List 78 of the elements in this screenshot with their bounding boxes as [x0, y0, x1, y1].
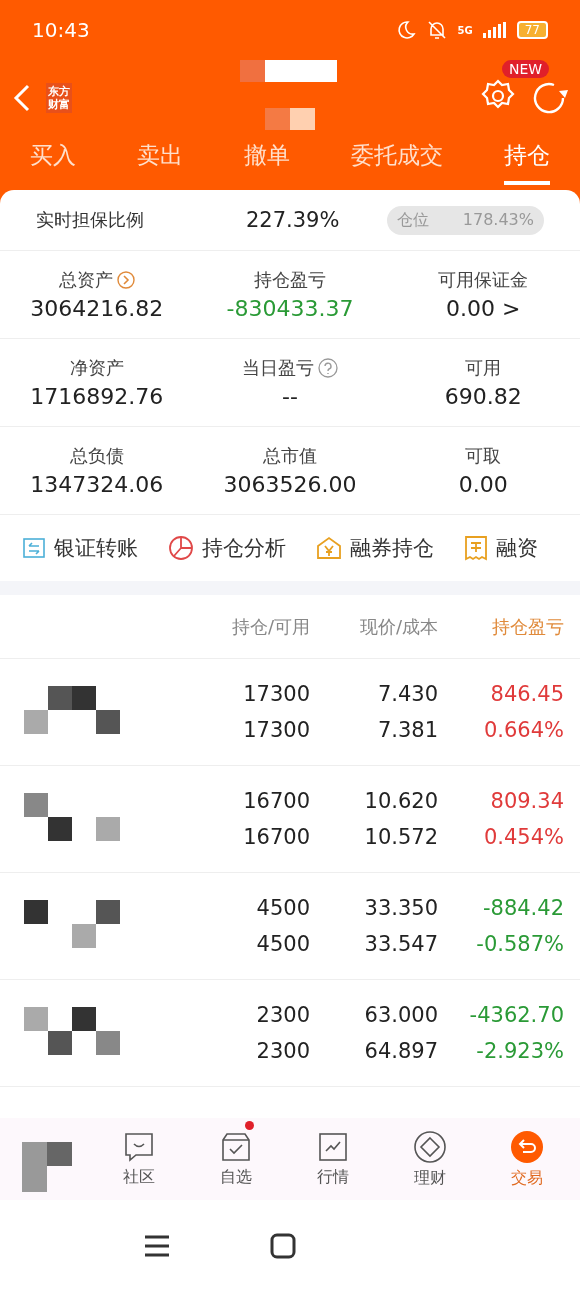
pnl-percent-cell-text: 0.454%: [482, 825, 564, 849]
cost-cell-text: 10.572: [363, 825, 438, 849]
nav-tab[interactable]: 理财: [381, 1118, 478, 1200]
summary-value: 690.82: [444, 384, 522, 409]
summary-label: 可用保证金: [438, 268, 529, 292]
coupon-house-icon: [316, 535, 342, 561]
available-cell-text: 16700: [242, 825, 310, 849]
holding-cell-text: 2300: [255, 1003, 310, 1027]
available-cell-text: 2300: [255, 1039, 310, 1063]
home-icon[interactable]: [270, 1232, 296, 1259]
chevron-circle-icon[interactable]: [116, 271, 135, 289]
summary-label: 总负债: [69, 444, 124, 468]
summary-value: 3064216.82: [30, 296, 164, 321]
nav-tab[interactable]: 社区: [90, 1118, 187, 1200]
moon-icon: [395, 20, 416, 40]
summary-value: 1347324.06: [30, 472, 164, 497]
summary-label: 可用: [465, 356, 502, 380]
cost-cell-text: 33.547: [363, 932, 438, 956]
price-cell-text: 7.430: [376, 682, 438, 706]
battery-level: 77: [516, 21, 548, 39]
summary-value: -830433.37: [226, 296, 354, 321]
summary-label: 持仓盈亏: [254, 268, 326, 292]
cost-cell-text: 7.381: [376, 718, 438, 742]
chat-bubble-icon: [122, 1130, 155, 1163]
position-label: 仓位: [396, 209, 429, 231]
holding-cell-text: 16700: [242, 789, 310, 813]
pnl-cell-text: -4362.70: [468, 1003, 564, 1027]
notification-dot: [245, 1121, 254, 1130]
summary-value: 3063526.00: [223, 472, 357, 497]
pnl-cell-text: -884.42: [481, 896, 564, 920]
line-chart-icon: [316, 1130, 349, 1163]
bill-icon: [464, 535, 488, 561]
new-badge: NEW: [502, 59, 550, 78]
cost-cell-text: 64.897: [363, 1039, 438, 1063]
summary-label: 总市值: [263, 444, 317, 468]
summary-label: 当日盈亏: [242, 356, 314, 380]
price-cell-text: 63.000: [363, 1003, 438, 1027]
shortcut-link[interactable]: 融券持仓: [350, 534, 434, 562]
shortcut-link[interactable]: 银证转账: [54, 534, 138, 562]
menu-icon[interactable]: [144, 1234, 170, 1257]
pnl-percent-cell-text: 0.664%: [482, 718, 564, 742]
nav-tab[interactable]: 行情: [284, 1118, 381, 1200]
back-icon[interactable]: [12, 82, 32, 113]
help-icon[interactable]: [318, 358, 338, 378]
nav-tab[interactable]: 自选: [187, 1118, 284, 1200]
position-value: 178.43%: [462, 209, 534, 231]
summary-value: --: [282, 384, 298, 409]
summary-label: 可取: [465, 444, 502, 468]
summary-value: 0.00 >: [446, 296, 521, 321]
available-cell-text: 4500: [255, 932, 310, 956]
ratio-value: 227.39%: [246, 208, 341, 232]
pnl-cell-text: 846.45: [489, 682, 564, 706]
checked-box-icon: [219, 1130, 252, 1163]
ratio-label: 实时担保比例: [36, 208, 145, 232]
summary-value: 0.00: [458, 472, 508, 497]
available-cell-text: 17300: [242, 718, 310, 742]
shortcut-link[interactable]: 融资: [496, 534, 538, 562]
column-header: 现价/成本: [358, 614, 438, 639]
pnl-percent-cell-text: -2.923%: [475, 1039, 564, 1063]
column-header: 持仓/可用: [230, 614, 310, 639]
holding-cell-text: 17300: [242, 682, 310, 706]
signal-icon: [482, 22, 507, 38]
holding-cell-text: 4500: [255, 896, 310, 920]
pie-chart-icon: [168, 535, 194, 561]
transfer-icon: [22, 536, 46, 560]
summary-value: 1716892.76: [30, 384, 164, 409]
summary-label: 总资产: [58, 268, 113, 292]
network-label: 5G: [457, 24, 473, 36]
muted-bell-icon: [425, 20, 448, 40]
price-cell-text: 10.620: [363, 789, 438, 813]
summary-label: 净资产: [69, 356, 124, 380]
pnl-percent-cell-text: -0.587%: [475, 932, 564, 956]
pnl-cell-text: 809.34: [489, 789, 564, 813]
price-cell-text: 33.350: [363, 896, 438, 920]
app-logo: 东方 财富: [46, 82, 72, 113]
status-time: 10:43: [32, 18, 90, 42]
pixelated-name-drawing: [22, 1142, 72, 1192]
shortcut-link[interactable]: 持仓分析: [202, 534, 286, 562]
